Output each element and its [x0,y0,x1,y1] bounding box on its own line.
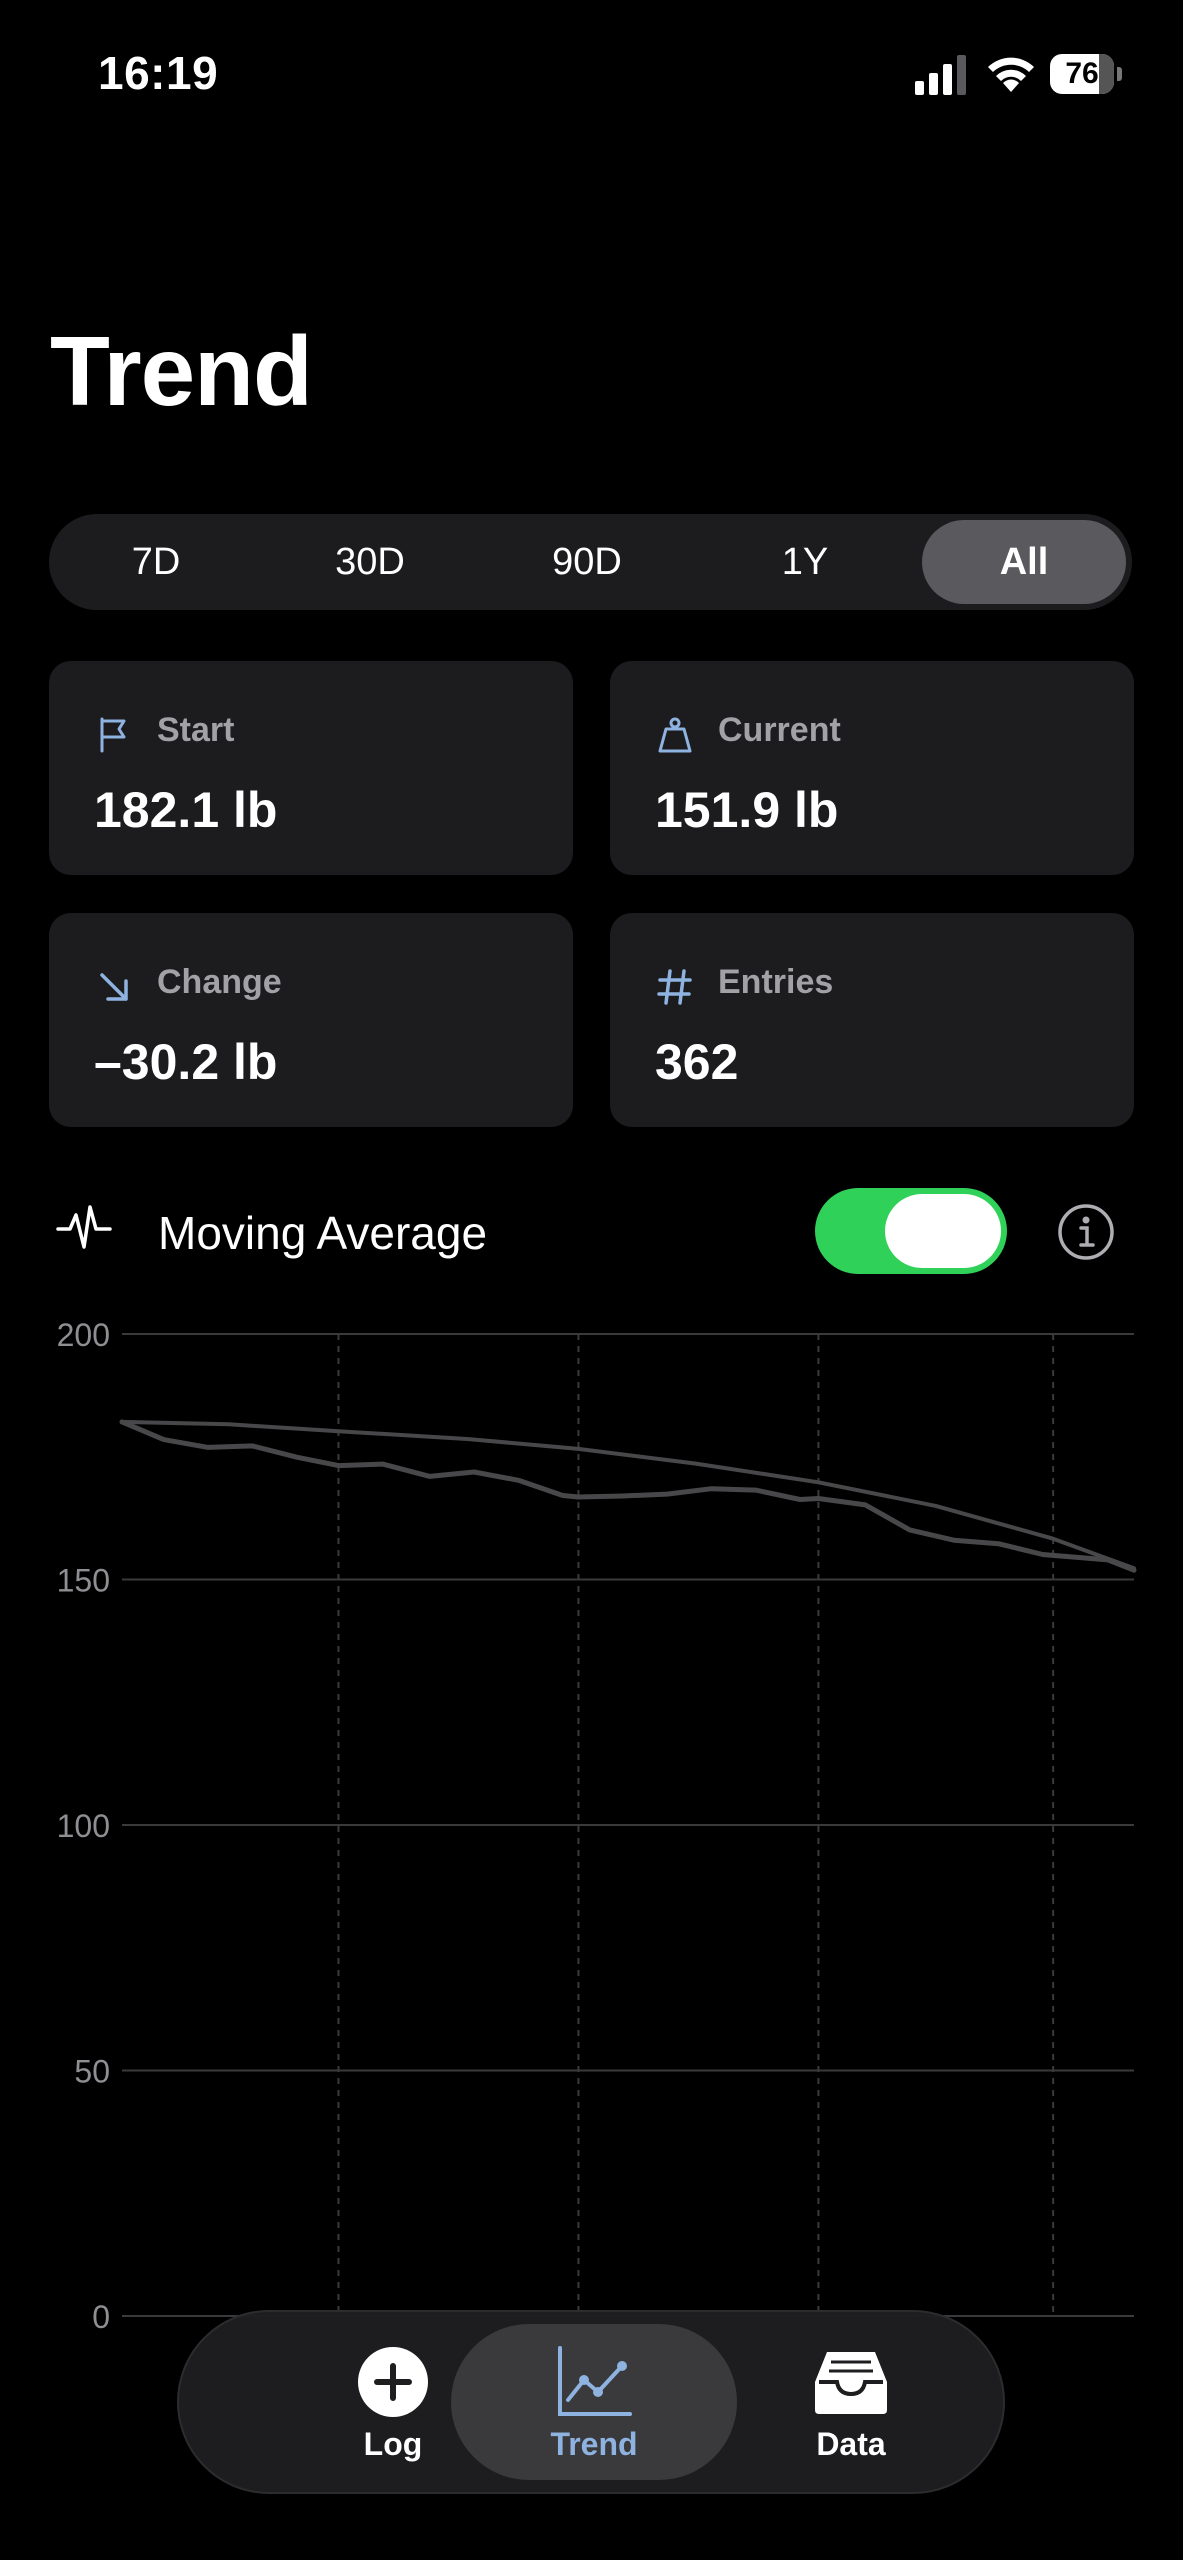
tab-trend[interactable]: Trend [451,2324,737,2480]
inbox-tray-icon [815,2352,887,2414]
battery-percentage: 76 [1065,57,1099,90]
waveform-icon [56,1205,112,1249]
moving-average-toggle[interactable] [815,1188,1007,1274]
moving-average-label: Moving Average [158,1207,488,1259]
hash-icon [657,969,692,1005]
range-7d[interactable]: 7D [61,520,251,604]
stat-label: Start [157,711,235,749]
y-tick-label: 100 [57,1808,110,1844]
tab-data[interactable]: Data [741,2312,961,2492]
status-bar: 16:19 76 [0,0,1183,150]
wifi-icon [988,57,1034,92]
tab-label: Data [816,2426,886,2462]
stat-label: Entries [718,963,834,1001]
status-time: 16:19 [98,47,219,99]
stat-card-current: Current 151.9 lb [610,661,1134,875]
x-tick-label: Apr 20... [1065,2335,1183,2340]
scale-weight-icon [658,717,692,753]
range-30d[interactable]: 30D [275,520,465,604]
y-tick-label: 50 [74,2054,110,2090]
range-90d[interactable]: 90D [492,520,682,604]
toggle-knob [885,1194,1001,1268]
stat-value: 182.1 lb [94,782,278,838]
stat-value: 362 [655,1034,739,1090]
tab-label: Trend [550,2426,638,2462]
arrow-down-right-icon [100,973,128,1001]
y-tick-label: 0 [92,2299,110,2335]
y-tick-label: 150 [57,1563,110,1599]
range-1y[interactable]: 1Y [710,520,900,604]
battery-nub [1117,67,1122,81]
stat-card-change: Change –30.2 lb [49,913,573,1127]
stat-label: Current [718,711,841,749]
page-title: Trend [50,316,313,426]
plus-circle-icon [358,2347,428,2417]
stat-card-entries: Entries 362 [610,913,1134,1127]
stat-value: 151.9 lb [655,782,839,838]
y-tick-label: 200 [57,1317,110,1353]
weight-series-line [119,1419,1137,1573]
line-chart-icon [558,2346,632,2416]
battery-indicator: 76 [1050,54,1122,94]
cellular-signal-icon [915,55,966,95]
info-icon[interactable] [1057,1203,1115,1261]
stat-card-start: Start 182.1 lb [49,661,573,875]
weight-trend-chart: 050100150200Jul 2025Oct 2025Jan 2026Apr … [57,1317,1183,2340]
range-all[interactable]: All [922,520,1126,604]
stat-value: –30.2 lb [94,1034,278,1090]
battery-body: 76 [1050,54,1114,94]
tab-bar: Log Trend Data [177,2310,1005,2494]
range-segmented-control: 7D 30D 90D 1Y All [49,514,1132,610]
stat-label: Change [157,963,282,1001]
flag-icon [100,717,126,753]
